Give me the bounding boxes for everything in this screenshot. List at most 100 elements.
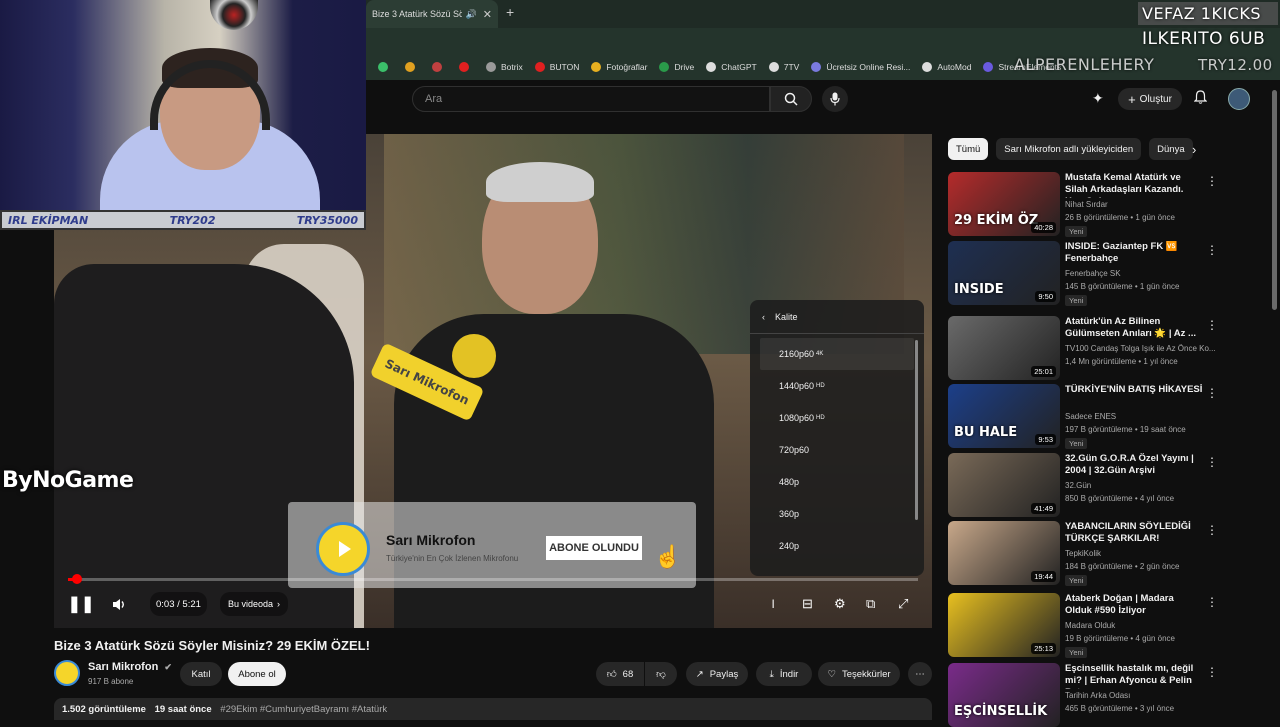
share-button[interactable]: ↗ Paylaş (686, 662, 748, 686)
dislike-button[interactable]: 👎︎ (645, 662, 677, 686)
quality-option[interactable]: 360p (750, 498, 924, 530)
bookmark-item[interactable] (378, 62, 393, 72)
video-thumbnail[interactable]: 29 EKİM ÖZ 40:28 (948, 172, 1060, 236)
bookmark-item[interactable]: Botrix (486, 62, 523, 72)
create-button[interactable]: + Oluştur (1118, 88, 1182, 110)
new-tab-button[interactable]: + (506, 4, 514, 20)
quality-option[interactable]: 480p (750, 466, 924, 498)
quality-option[interactable]: 720p60 (750, 434, 924, 466)
video-thumbnail[interactable]: 25:13 (948, 593, 1060, 657)
more-actions-button[interactable]: ⋯ (908, 662, 932, 686)
chevron-right-icon[interactable]: › (1192, 142, 1196, 157)
recommended-video[interactable]: 25:01 Atatürk'ün Az Bilinen Gülümseten An… (948, 316, 1268, 380)
endcard-subscribed-button[interactable]: ABONE OLUNDU (546, 536, 642, 560)
join-button[interactable]: Katıl (180, 662, 222, 686)
bookmark-item[interactable] (459, 62, 474, 72)
quality-option[interactable]: 1080p60 HD (750, 402, 924, 434)
back-chevron-icon[interactable]: ‹ (762, 312, 765, 322)
rec-channel[interactable]: Sadece ENES (1065, 412, 1116, 421)
recommended-video[interactable]: BU HALE 9:53 TÜRKİYE'NİN BATIŞ HİKAYESİ Sad… (948, 384, 1268, 449)
search-input[interactable]: Ara (412, 86, 770, 112)
volume-icon[interactable] (112, 592, 127, 616)
quality-menu-scrollbar[interactable] (915, 340, 918, 520)
bookmark-item[interactable]: Ücretsiz Online Resi... (811, 62, 910, 72)
progress-bar[interactable] (68, 574, 918, 584)
bookmark-item[interactable]: AutoMod (922, 62, 971, 72)
quality-menu-header[interactable]: ‹ Kalite (750, 300, 924, 334)
video-thumbnail[interactable]: 25:01 (948, 316, 1060, 380)
more-vertical-icon[interactable]: ⋮ (1206, 455, 1218, 469)
filter-chip[interactable]: Sarı Mikrofon adlı yükleyiciden (996, 138, 1142, 160)
channel-name[interactable]: Sarı Mikrofon ✔ (88, 661, 172, 673)
download-label: İndir (779, 668, 799, 680)
rec-channel[interactable]: TepkiKolik (1065, 549, 1101, 558)
bookmark-item[interactable]: ChatGPT (706, 62, 757, 72)
search-icon (784, 92, 798, 106)
rec-channel[interactable]: Nihat Sırdar (1065, 200, 1108, 209)
bookmark-item[interactable]: Fotoğraflar (591, 62, 647, 72)
more-vertical-icon[interactable]: ⋮ (1206, 243, 1218, 257)
bookmark-favicon-icon (378, 62, 388, 72)
video-thumbnail[interactable]: 41:49 (948, 453, 1060, 517)
video-thumbnail[interactable]: EŞCİNSELLİK (948, 663, 1060, 727)
more-vertical-icon[interactable]: ⋮ (1206, 174, 1218, 188)
subscribe-button[interactable]: Abone ol (228, 662, 286, 686)
recommended-video[interactable]: INSIDE 9:50 INSIDE: Gaziantep FK 🆚 Fenerba… (948, 241, 1268, 306)
more-vertical-icon[interactable]: ⋮ (1206, 595, 1218, 609)
channel-avatar[interactable] (54, 660, 80, 686)
rec-channel[interactable]: Madara Olduk (1065, 621, 1115, 630)
fullscreen-icon[interactable]: ⤢ (898, 596, 908, 612)
bookmark-item[interactable]: BUTON (534, 62, 579, 72)
chapter-button[interactable]: Bu videoda › (220, 592, 289, 616)
bookmark-favicon-icon (459, 62, 469, 72)
microphone-foam (452, 334, 496, 378)
browser-tab[interactable]: Bize 3 Atatürk Sözü Söyler M 🔊 ✕ (366, 0, 498, 28)
bookmark-item[interactable]: Drive (659, 62, 694, 72)
more-vertical-icon[interactable]: ⋮ (1206, 665, 1218, 679)
bookmark-item[interactable] (405, 62, 420, 72)
pause-button[interactable]: ❚❚ (68, 592, 95, 616)
filter-chip[interactable]: Tümü (948, 138, 989, 160)
bookmark-item[interactable] (432, 62, 447, 72)
video-thumbnail[interactable]: 19:44 (948, 521, 1060, 585)
quality-option[interactable]: 240p (750, 530, 924, 562)
rec-channel[interactable]: 32.Gün (1065, 481, 1091, 490)
notifications-bell-icon[interactable] (1193, 90, 1208, 107)
hashtags[interactable]: #29Ekim #CumhuriyetBayramı #Atatürk (220, 704, 387, 715)
rec-channel[interactable]: Tarihin Arka Odası (1065, 691, 1130, 700)
voice-search-button[interactable] (822, 86, 848, 112)
rec-title: Mustafa Kemal Atatürk ve Silah Arkadaşla… (1065, 172, 1184, 198)
video-thumbnail[interactable]: BU HALE 9:53 (948, 384, 1060, 448)
thanks-button[interactable]: ♡ Teşekkürler (818, 662, 900, 686)
mute-tab-icon[interactable]: 🔊 (466, 9, 477, 20)
recommended-video[interactable]: EŞCİNSELLİK Eşcinsellik hastalık mı, deği… (948, 663, 1268, 727)
close-tab-icon[interactable]: ✕ (483, 8, 492, 21)
recommended-video[interactable]: 19:44 YABANCILARIN SÖYLEDİĞİ TÜRKÇE ŞARKI… (948, 521, 1268, 586)
quality-option[interactable]: 1440p60 HD (750, 370, 924, 402)
miniplayer-icon[interactable]: ⧉ (866, 596, 875, 612)
recommended-video[interactable]: 41:49 32.Gün G.O.R.A Özel Yayını | 2004 |… (948, 453, 1268, 517)
progress-scrubber[interactable] (71, 574, 82, 584)
recommended-video[interactable]: 29 EKİM ÖZ 40:28 Mustafa Kemal Atatürk ve … (948, 172, 1268, 237)
rec-channel[interactable]: TV100 Candaş Tolga Işık ile Az Önce Ko..… (1065, 344, 1216, 353)
bookmark-item[interactable]: 7TV (768, 62, 799, 72)
like-button[interactable]: 👍︎ 68 (596, 662, 644, 686)
more-vertical-icon[interactable]: ⋮ (1206, 523, 1218, 537)
quality-option[interactable]: 2160p60 4K (760, 338, 914, 370)
filter-chip[interactable]: Dünya (1149, 138, 1193, 160)
recommended-video[interactable]: 25:13 Ataberk Doğan | Madara Olduk #590 İ… (948, 593, 1268, 658)
rec-channel[interactable]: Fenerbahçe SK (1065, 269, 1121, 278)
download-button[interactable]: ⤓ İndir (756, 662, 812, 686)
settings-gear-icon[interactable]: ⚙ (834, 596, 846, 612)
autoplay-toggle-icon[interactable]: ⏽ (768, 596, 778, 612)
more-vertical-icon[interactable]: ⋮ (1206, 318, 1218, 332)
subtitles-icon[interactable]: ⊟ (802, 596, 813, 612)
account-avatar[interactable] (1228, 88, 1250, 110)
more-vertical-icon[interactable]: ⋮ (1206, 386, 1218, 400)
page-scrollbar[interactable] (1272, 90, 1277, 310)
subscribe-endcard[interactable]: Sarı Mikrofon Türkiye'nin En Çok İzlenen… (288, 502, 696, 588)
cast-icon[interactable]: ✦ (1092, 90, 1104, 107)
description-box[interactable]: 1.502 görüntüleme 19 saat önce #29Ekim #… (54, 698, 932, 720)
search-button[interactable] (770, 86, 812, 112)
video-thumbnail[interactable]: INSIDE 9:50 (948, 241, 1060, 305)
